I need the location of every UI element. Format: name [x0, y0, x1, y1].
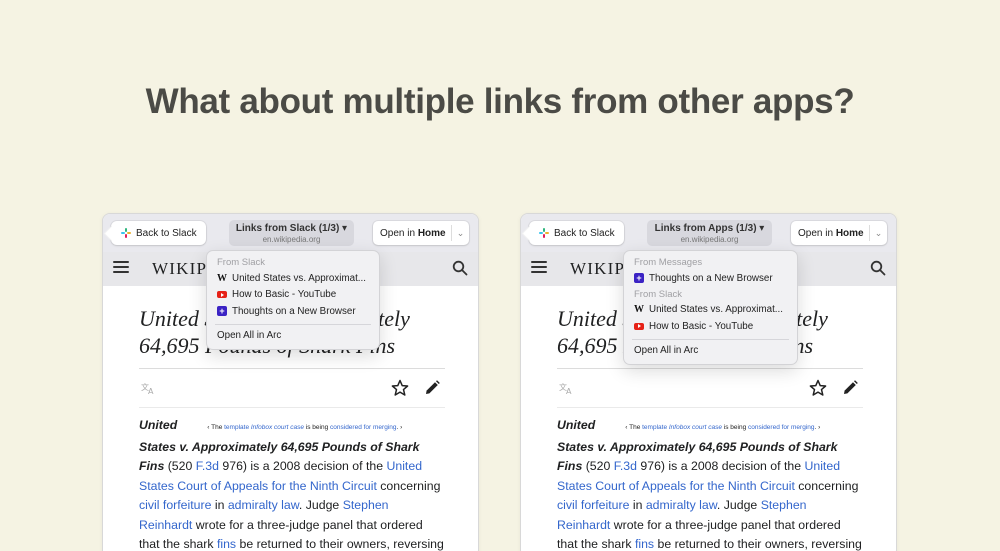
links-title: Links from Apps (1/3) ▾ [654, 223, 765, 234]
chevron-down-icon[interactable]: ⌄ [869, 225, 887, 241]
youtube-icon [217, 290, 227, 300]
merge-notice: ‹ The template Infobox court case is bei… [625, 424, 821, 431]
toolbar: Back to Slack Links from Apps (1/3) ▾ en… [521, 214, 896, 252]
open-all-in-arc-button[interactable]: Open All in Arc [624, 344, 797, 359]
merge-notice: ‹ The template Infobox court case is bei… [207, 424, 403, 431]
star-icon[interactable] [391, 379, 409, 397]
dropdown-divider [632, 338, 789, 340]
links-dropdown: From Messages + Thoughts on a New Browse… [623, 250, 798, 365]
translate-icon[interactable]: 文 A [141, 382, 156, 395]
links-dropdown: From Slack W United States vs. Approxima… [206, 250, 380, 350]
slack-icon [539, 228, 549, 238]
svg-text:A: A [566, 387, 572, 395]
article-tools: 文 A [139, 369, 445, 407]
wikipedia-icon: W [634, 304, 644, 316]
youtube-icon [634, 321, 644, 331]
link[interactable]: civil forfeiture [557, 498, 629, 512]
dropdown-section-title: From Slack [217, 257, 266, 268]
dropdown-section-title: From Messages [634, 257, 703, 268]
link[interactable]: F.3d [614, 459, 637, 473]
link[interactable]: fins [635, 537, 654, 551]
wikipedia-icon: W [217, 272, 227, 284]
pencil-icon[interactable] [841, 379, 859, 397]
dropdown-divider [215, 323, 371, 325]
link[interactable]: admiralty law [646, 498, 717, 512]
search-icon[interactable] [870, 260, 886, 276]
toolbar: Back to Slack Links from Slack (1/3) ▾ e… [103, 214, 478, 252]
search-icon[interactable] [452, 260, 468, 276]
back-button-label: Back to Slack [554, 227, 615, 239]
article-body: United ‹ The template Infobox court case … [557, 418, 862, 551]
browser-window-apps: Back to Slack Links from Apps (1/3) ▾ en… [520, 213, 897, 551]
dropdown-item[interactable]: W United States vs. Approximat... [624, 302, 797, 319]
dropdown-item[interactable]: W United States vs. Approximat... [207, 270, 379, 287]
translate-icon[interactable]: 文 A [559, 382, 574, 395]
dropdown-item[interactable]: + Thoughts on a New Browser [207, 303, 379, 320]
dropdown-item[interactable]: How to Basic - YouTube [624, 318, 797, 335]
link[interactable]: civil forfeiture [139, 498, 211, 512]
links-domain: en.wikipedia.org [680, 235, 739, 244]
links-switcher-button[interactable]: Links from Apps (1/3) ▾ en.wikipedia.org [647, 220, 772, 246]
article-tools: 文 A [557, 369, 863, 407]
open-in-button[interactable]: Open in Home ⌄ [373, 221, 469, 245]
open-all-in-arc-button[interactable]: Open All in Arc [207, 329, 379, 344]
link[interactable]: F.3d [196, 459, 219, 473]
svg-text:A: A [148, 387, 154, 395]
article-body: United ‹ The template Infobox court case … [139, 418, 444, 551]
dropdown-section-title: From Slack [634, 288, 683, 300]
back-button-label: Back to Slack [136, 227, 197, 239]
slack-icon [121, 228, 131, 238]
arc-icon: + [217, 306, 227, 317]
hamburger-menu-icon[interactable] [531, 261, 547, 275]
dropdown-item[interactable]: How to Basic - YouTube [207, 287, 379, 304]
dropdown-item[interactable]: + Thoughts on a New Browser [624, 270, 797, 287]
link[interactable]: fins [217, 537, 236, 551]
pencil-icon[interactable] [423, 379, 441, 397]
open-in-label: Open in Home [798, 227, 864, 239]
star-icon[interactable] [809, 379, 827, 397]
divider [139, 407, 445, 408]
divider [557, 407, 863, 408]
hamburger-menu-icon[interactable] [113, 261, 129, 275]
back-to-slack-button[interactable]: Back to Slack [111, 221, 206, 245]
back-to-slack-button[interactable]: Back to Slack [529, 221, 624, 245]
links-switcher-button[interactable]: Links from Slack (1/3) ▾ en.wikipedia.or… [229, 220, 354, 246]
browser-window-slack: Back to Slack Links from Slack (1/3) ▾ e… [102, 213, 479, 551]
links-title: Links from Slack (1/3) ▾ [235, 223, 348, 234]
arc-icon: + [634, 273, 644, 284]
links-domain: en.wikipedia.org [262, 235, 321, 244]
chevron-down-icon[interactable]: ⌄ [451, 225, 469, 241]
open-in-label: Open in Home [380, 227, 446, 239]
open-in-button[interactable]: Open in Home ⌄ [791, 221, 887, 245]
headline: What about multiple links from other app… [145, 82, 855, 121]
link[interactable]: admiralty law [228, 498, 299, 512]
